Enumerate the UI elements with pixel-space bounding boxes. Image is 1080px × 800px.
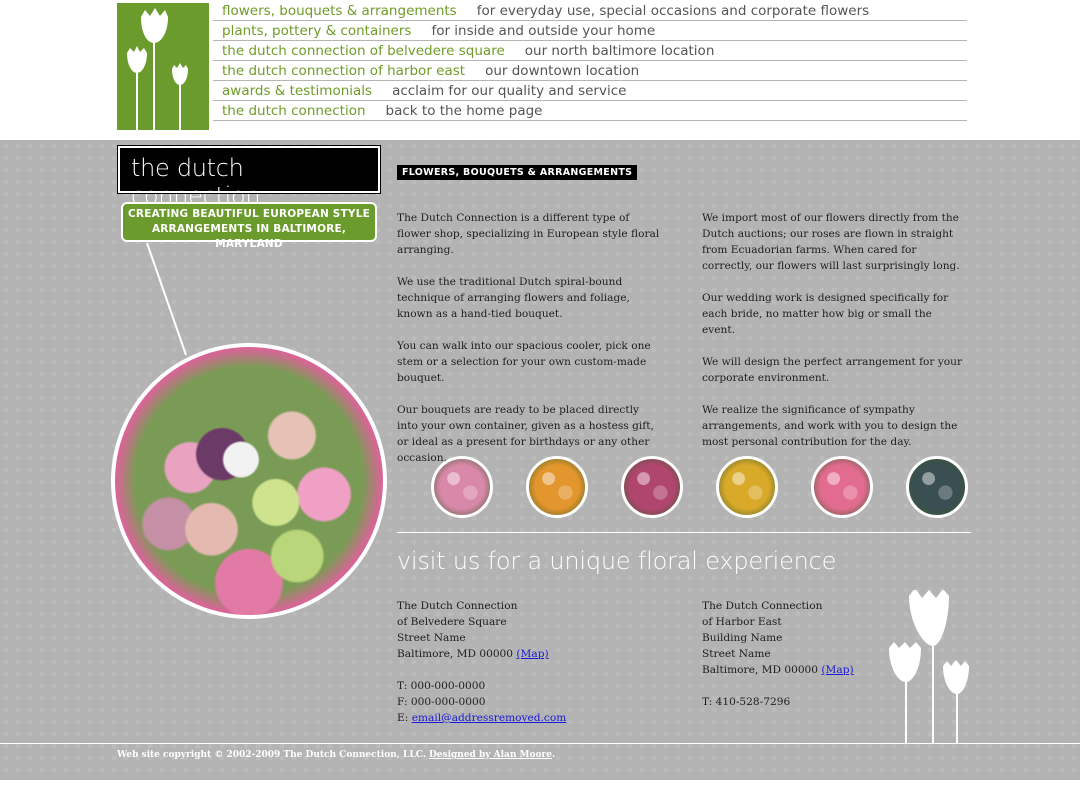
visit-heading: visit us for a unique floral experience <box>397 547 837 575</box>
paragraph: You can walk into our spacious cooler, p… <box>397 340 651 384</box>
paragraph: We import most of our flowers directly f… <box>702 212 960 272</box>
designer-link[interactable]: Designed by Alan Moore <box>429 750 552 760</box>
thumbnail-bouquet-3[interactable] <box>621 456 683 518</box>
tulip-decoration-icon <box>889 590 969 743</box>
thumbnail-gallery <box>431 456 971 518</box>
section-divider <box>397 532 971 533</box>
map-link[interactable]: (Map) <box>821 664 853 676</box>
tagline-line: CREATING BEAUTIFUL EUROPEAN STYLE <box>128 208 370 220</box>
hero-bouquet-image <box>111 343 387 619</box>
city-text: Baltimore, MD 00000 <box>702 664 819 676</box>
location-fax: F: 000-000-0000 <box>397 696 486 708</box>
thumbnail-bouquet-2[interactable] <box>526 456 588 518</box>
copyright-text: Web site copyright © 2002-2009 The Dutch… <box>117 750 426 760</box>
brand-title: the dutch connection <box>117 145 381 210</box>
email-link[interactable]: email@addressremoved.com <box>412 712 567 724</box>
email-prefix: E: <box>397 712 409 724</box>
city-text: Baltimore, MD 00000 <box>397 648 514 660</box>
location-email: E: email@addressremoved.com <box>397 710 617 726</box>
location-belvedere: The Dutch Connection of Belvedere Square… <box>397 598 617 726</box>
location-sub: of Belvedere Square <box>397 616 507 628</box>
paragraph: The Dutch Connection is a different type… <box>397 212 660 256</box>
brand-tagline: CREATING BEAUTIFUL EUROPEAN STYLE ARRANG… <box>121 202 377 250</box>
content-column-right: We import most of our flowers directly f… <box>702 210 967 466</box>
footer-period: . <box>551 750 556 760</box>
thumbnail-shop-6[interactable] <box>906 456 968 518</box>
location-city: Baltimore, MD 00000 (Map) <box>397 646 617 662</box>
content-column-left: The Dutch Connection is a different type… <box>397 210 662 482</box>
location-phone: T: 000-000-0000 <box>397 680 486 692</box>
paragraph: We realize the significance of sympathy … <box>702 404 958 448</box>
thumbnail-bouquet-5[interactable] <box>811 456 873 518</box>
tagline-line: ARRANGEMENTS IN BALTIMORE, MARYLAND <box>151 223 347 250</box>
thumbnail-bouquet-4[interactable] <box>716 456 778 518</box>
paragraph: We use the traditional Dutch spiral-boun… <box>397 276 630 320</box>
paragraph: We will design the perfect arrangement f… <box>702 356 963 384</box>
thumbnail-bouquet-1[interactable] <box>431 456 493 518</box>
footer: Web site copyright © 2002-2009 The Dutch… <box>117 750 555 760</box>
location-street: Street Name <box>397 632 466 644</box>
paragraph: Our wedding work is designed specificall… <box>702 292 949 336</box>
section-label: FLOWERS, BOUQUETS & ARRANGEMENTS <box>397 165 638 180</box>
footer-rule <box>0 743 1080 744</box>
location-name: The Dutch Connection <box>397 600 518 612</box>
map-link[interactable]: (Map) <box>516 648 548 660</box>
